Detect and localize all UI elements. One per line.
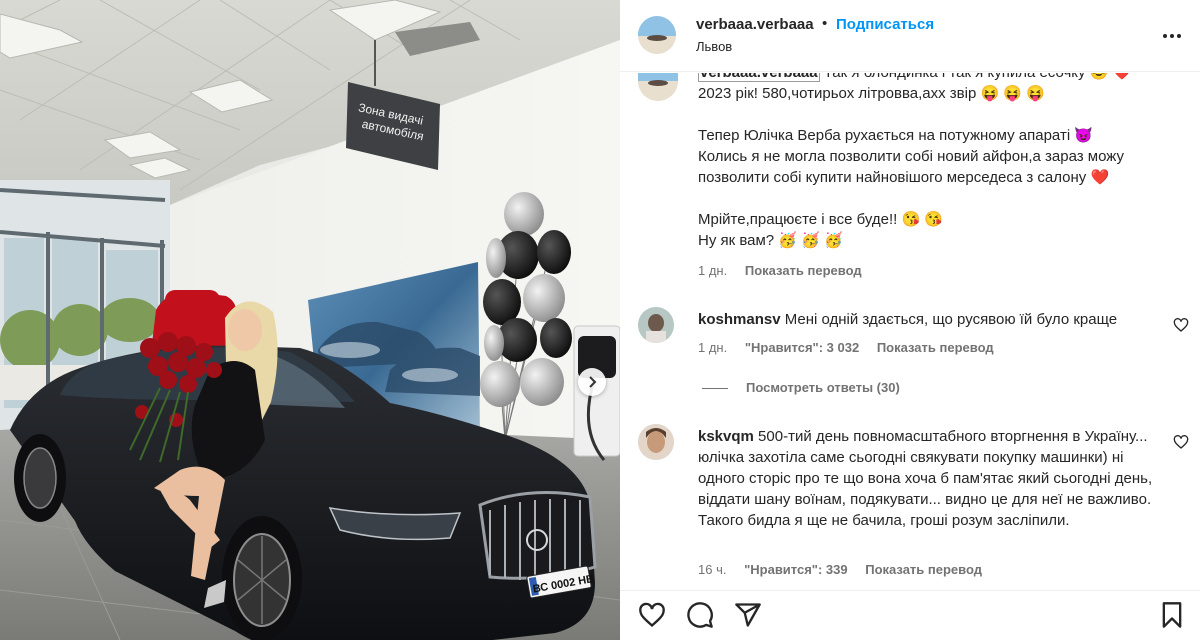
comment-username[interactable]: koshmansv — [698, 311, 781, 328]
caption-text-block: verbaaa.verbaaa Так я блондинка і так я … — [698, 73, 1178, 251]
comment-translate-button[interactable]: Показать перевод — [877, 340, 994, 355]
next-photo-button[interactable] — [578, 368, 606, 396]
replies-divider — [702, 388, 728, 390]
action-bar — [620, 590, 1200, 640]
comment-text-block: kskvqm 500-тий день повномасштабного вто… — [698, 426, 1158, 531]
comment-avatar[interactable] — [638, 307, 674, 343]
heart-icon[interactable] — [1173, 434, 1189, 450]
avatar-image — [638, 16, 676, 54]
comment-username[interactable]: kskvqm — [698, 428, 754, 445]
chevron-right-icon — [589, 376, 597, 388]
heart-icon[interactable] — [638, 601, 666, 629]
avatar-image — [638, 73, 678, 101]
view-replies-button[interactable]: Посмотреть ответы (30) — [702, 380, 900, 395]
caption-meta: 1 дн. Показать перевод — [698, 263, 862, 278]
send-icon[interactable] — [734, 601, 762, 629]
comment-time: 16 ч. — [698, 562, 727, 577]
follow-button[interactable]: Подписаться — [836, 16, 934, 33]
bookmark-icon[interactable] — [1158, 601, 1186, 629]
caption-username[interactable]: verbaaa.verbaaa — [698, 73, 820, 82]
more-horizontal-icon[interactable] — [1160, 24, 1184, 48]
avatar[interactable] — [638, 16, 676, 54]
post-side-panel: verbaaa.verbaaa • Подписаться Львов verb… — [620, 0, 1200, 640]
showroom-photo: Зона видачі автомобіля ВС 0002 НВ — [0, 0, 620, 640]
heart-icon[interactable] — [1173, 317, 1189, 333]
post-photo[interactable]: Зона видачі автомобіля ВС 0002 НВ — [0, 0, 620, 640]
comment-text: 500-тий день повномасштабного вторгнення… — [698, 428, 1153, 529]
avatar-image — [638, 307, 674, 343]
caption-time: 1 дн. — [698, 263, 728, 278]
caption-avatar[interactable] — [638, 73, 678, 101]
comment-text-block: koshmansv Мені одній здається, що русяво… — [698, 309, 1158, 330]
caption-translate-button[interactable]: Показать перевод — [745, 263, 862, 278]
comment-icon[interactable] — [686, 601, 714, 629]
caption-text: Так я блондинка і так я купила есочку 😎 … — [698, 73, 1131, 249]
comment-meta: 1 дн. "Нравится": 3 032 Показать перевод — [698, 340, 994, 355]
comment-translate-button[interactable]: Показать перевод — [865, 562, 982, 577]
view-replies-label: Посмотреть ответы (30) — [746, 380, 900, 395]
author-username[interactable]: verbaaa.verbaaa — [696, 16, 814, 33]
caption: verbaaa.verbaaa Так я блондинка і так я … — [620, 73, 1200, 293]
comment-time: 1 дн. — [698, 340, 728, 355]
comment-text: Мені одній здається, що русявою їй було … — [784, 311, 1118, 328]
comment-likes[interactable]: "Нравится": 3 032 — [745, 340, 859, 355]
comment-likes[interactable]: "Нравится": 339 — [744, 562, 848, 577]
comment-avatar[interactable] — [638, 424, 674, 460]
post-location[interactable]: Львов — [696, 39, 732, 54]
post-header: verbaaa.verbaaa • Подписаться Львов — [620, 0, 1200, 72]
comment-meta: 16 ч. "Нравится": 339 Показать перевод — [698, 562, 982, 577]
avatar-image — [638, 424, 674, 460]
separator-dot: • — [822, 15, 828, 32]
